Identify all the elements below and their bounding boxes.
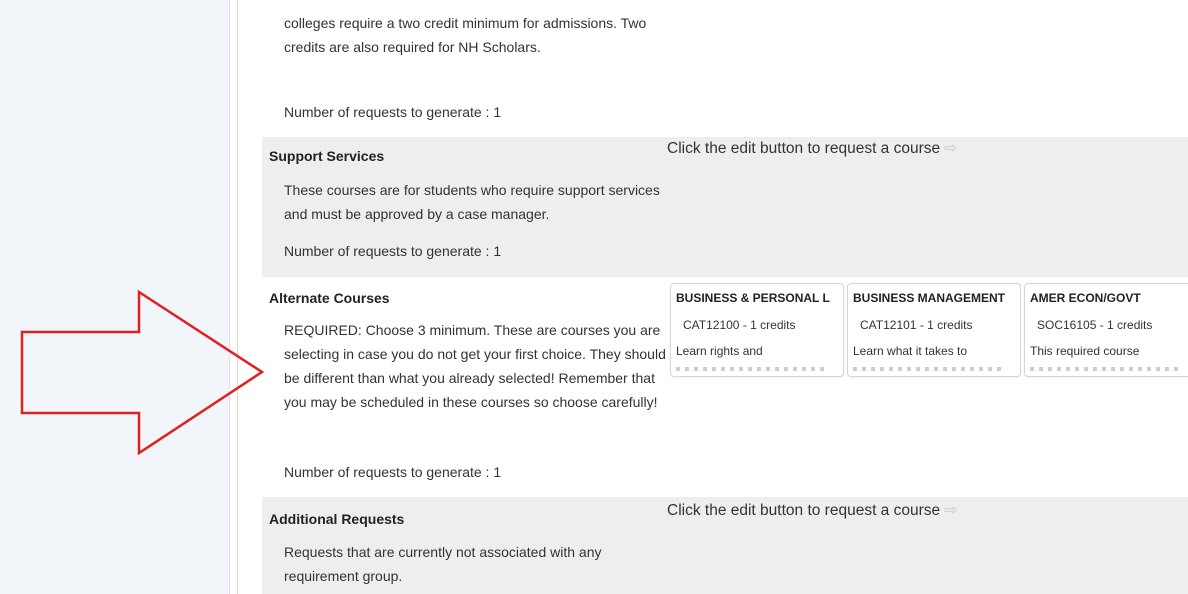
course-card-description: Learn rights and [676, 344, 763, 358]
right-arrow-icon: ⇨ [944, 140, 958, 157]
course-card-code: CAT12101 - 1 credits [860, 318, 973, 332]
section-support-title: Support Services [269, 148, 385, 164]
course-card-code: CAT12100 - 1 credits [683, 318, 796, 332]
support-edit-hint-text: Click the edit button to request a cours… [667, 140, 941, 157]
section-additional-requests: Additional Requests Requests that are cu… [262, 497, 1188, 594]
course-card-description: Learn what it takes to [853, 344, 968, 358]
section-support-services: Support Services These courses are for s… [262, 137, 1188, 277]
course-card-code: SOC16105 - 1 credits [1037, 318, 1153, 332]
additional-edit-hint-text: Click the edit button to request a cours… [667, 502, 941, 519]
section-alternate-courses: Alternate Courses REQUIRED: Choose 3 min… [262, 277, 1188, 497]
course-card-description: This required course [1030, 344, 1140, 358]
course-card-business-management[interactable]: BUSINESS MANAGEMENT CAT12101 - 1 credits… [847, 283, 1021, 377]
section-support-description: These courses are for students who requi… [284, 182, 660, 222]
section-additional-title: Additional Requests [269, 511, 405, 527]
course-card-truncated-text [1030, 367, 1180, 371]
support-edit-hint[interactable]: Click the edit button to request a cours… [667, 139, 957, 158]
course-card-title: AMER ECON/GOVT [1030, 291, 1141, 305]
section-additional-description: Requests that are currently not associat… [284, 544, 602, 584]
course-card-title: BUSINESS MANAGEMENT [853, 291, 1006, 305]
additional-edit-hint[interactable]: Click the edit button to request a cours… [667, 501, 957, 520]
section-support-count: Number of requests to generate : 1 [284, 243, 502, 259]
right-arrow-icon: ⇨ [944, 502, 958, 519]
section-top: colleges require a two credit minimum fo… [262, 0, 1188, 137]
section-alternate-description: REQUIRED: Choose 3 minimum. These are co… [284, 322, 666, 410]
course-card-truncated-text [853, 367, 1003, 371]
course-card-business-personal-law[interactable]: BUSINESS & PERSONAL L CAT12100 - 1 credi… [670, 283, 844, 377]
annotation-arrow-icon [20, 289, 265, 456]
section-alternate-count: Number of requests to generate : 1 [284, 464, 502, 480]
section-top-count: Number of requests to generate : 1 [284, 104, 502, 120]
course-card-truncated-text [676, 367, 826, 371]
section-top-description: colleges require a two credit minimum fo… [284, 15, 647, 55]
course-card-amer-econ-govt[interactable]: AMER ECON/GOVT SOC16105 - 1 credits This… [1024, 283, 1188, 377]
course-card-title: BUSINESS & PERSONAL L [676, 291, 830, 305]
section-alternate-title: Alternate Courses [269, 290, 390, 306]
